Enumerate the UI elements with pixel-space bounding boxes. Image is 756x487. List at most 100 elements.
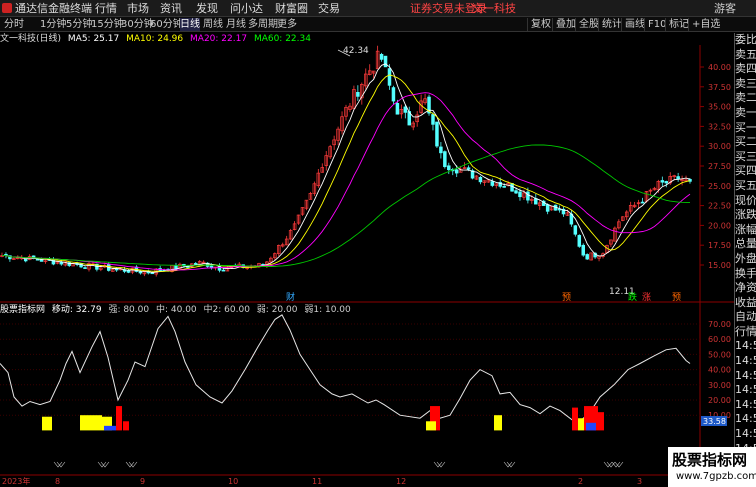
candle-body (640, 201, 645, 204)
candle-body (577, 235, 582, 247)
time-tick: 11 (312, 477, 322, 486)
candle-body (387, 68, 392, 86)
candle-body (114, 268, 119, 271)
quote-item: 卖一 (735, 105, 756, 119)
candle-body (585, 254, 589, 260)
signal-bar (80, 415, 102, 431)
quote-item: 卖三 (735, 76, 756, 90)
signal-bar (116, 406, 122, 431)
candle-body (403, 106, 408, 113)
quote-item: 外盘 (735, 251, 756, 265)
candle-body (126, 270, 131, 273)
candle-body (395, 103, 400, 115)
indicator-tick: 20.00 (708, 396, 731, 405)
quote-side-panel: 委比 卖五 卖四 卖三 卖二 卖一 买一 买二 买三 买四 买五 现价 涨跌 涨… (734, 33, 756, 487)
time-tick: 10 (228, 477, 238, 486)
candle-body (545, 204, 550, 212)
signal-marker (611, 461, 624, 468)
time-tick: 12 (396, 477, 406, 486)
candle-body (581, 244, 585, 256)
quote-item: 买一 (735, 120, 756, 134)
candle-body (443, 151, 447, 168)
candle-body (23, 258, 28, 262)
signal-bar (578, 418, 584, 431)
quote-item: 总量 (735, 237, 756, 251)
candle-body (83, 267, 87, 269)
signal-bar (123, 421, 129, 431)
quote-item: 涨幅 (735, 222, 756, 236)
trade-time: 14:56 (735, 412, 756, 426)
marker-zhang: 涨 (642, 292, 651, 303)
candle-body (502, 185, 506, 188)
quote-item: 现价 (735, 193, 756, 207)
watermark-title: 股票指标网 (672, 451, 748, 469)
price-tick: 30.00 (708, 142, 731, 151)
signal-marker (53, 461, 66, 468)
trade-time: 14:56 (735, 427, 756, 441)
quote-item: 卖二 (735, 91, 756, 105)
oscillator (0, 314, 691, 468)
signal-marker (603, 461, 616, 468)
price-tick: 35.00 (708, 103, 731, 112)
marker-cai: 财 (286, 291, 295, 303)
trade-time: 14:56 (735, 368, 756, 382)
candle-body (510, 183, 514, 192)
candle-body (59, 261, 64, 265)
candle-body (435, 121, 439, 147)
candle-body (383, 55, 388, 68)
indicator-tick: 40.00 (708, 366, 731, 375)
watermark-url: www.7gpzb.com (676, 471, 756, 482)
candle-body (660, 180, 665, 183)
signal-marker (125, 461, 138, 468)
ma-line (2, 144, 691, 267)
price-tick: 27.50 (708, 162, 731, 171)
price-tick: 32.50 (708, 122, 731, 131)
ma-lines (2, 63, 691, 273)
price-tick: 17.50 (708, 241, 731, 250)
quote-item: 卖五 (735, 47, 756, 61)
signal-bar (426, 421, 436, 431)
signal-bar (586, 422, 596, 431)
ma-line (2, 63, 691, 273)
signal-marker (433, 461, 446, 468)
quote-item: 买五 (735, 178, 756, 192)
indicator-tick: 60.00 (708, 335, 731, 344)
time-tick: 2 (578, 477, 583, 486)
kline-chart[interactable]: 40.00 37.50 35.00 32.50 30.00 27.50 25.00 22.50… (0, 0, 734, 487)
price-tick: 22.50 (708, 202, 731, 211)
candle-body (664, 181, 669, 184)
candle-body (676, 176, 680, 180)
indicator-tick: 50.00 (708, 350, 731, 359)
candle-body (526, 191, 530, 201)
time-tick: 3 (637, 477, 642, 486)
signal-marker (97, 461, 110, 468)
quote-item: 卖四 (735, 62, 756, 76)
candle-body (514, 190, 518, 194)
trade-time: 14:56 (735, 397, 756, 411)
signal-bar (494, 415, 502, 431)
marker-yu: 预 (562, 292, 571, 303)
candle-body (221, 269, 226, 272)
candle-body (138, 271, 143, 274)
trade-time: 14:56 (735, 354, 756, 368)
quote-item[interactable]: 自动 (735, 310, 756, 325)
price-tick: 37.50 (708, 83, 731, 92)
trade-time: 14:56 (735, 339, 756, 353)
candle-body (573, 225, 578, 235)
quote-item: 委比 (735, 33, 756, 46)
stock-terminal-window: 通达信金融终端 行情 市场 资讯 发现 问小达 财富圈 交易 证券交易未登录 文… (0, 0, 756, 487)
indicator-tick: 30.00 (708, 381, 731, 390)
quote-item: 涨跌 (735, 208, 756, 222)
trade-time: 14:56 (735, 383, 756, 397)
quote-item: 买四 (735, 164, 756, 178)
candle-body (356, 92, 360, 97)
candle-body (466, 167, 471, 170)
marker-die: 跌 (628, 292, 637, 303)
candle-body (431, 114, 435, 125)
quote-item: 买二 (735, 135, 756, 149)
current-value-label: 33.58 (703, 417, 726, 426)
candle-body (209, 265, 214, 268)
candle-body (454, 169, 459, 174)
watermark: 股票指标网 www.7gpzb.com (668, 447, 756, 487)
signal-bar (598, 412, 604, 431)
